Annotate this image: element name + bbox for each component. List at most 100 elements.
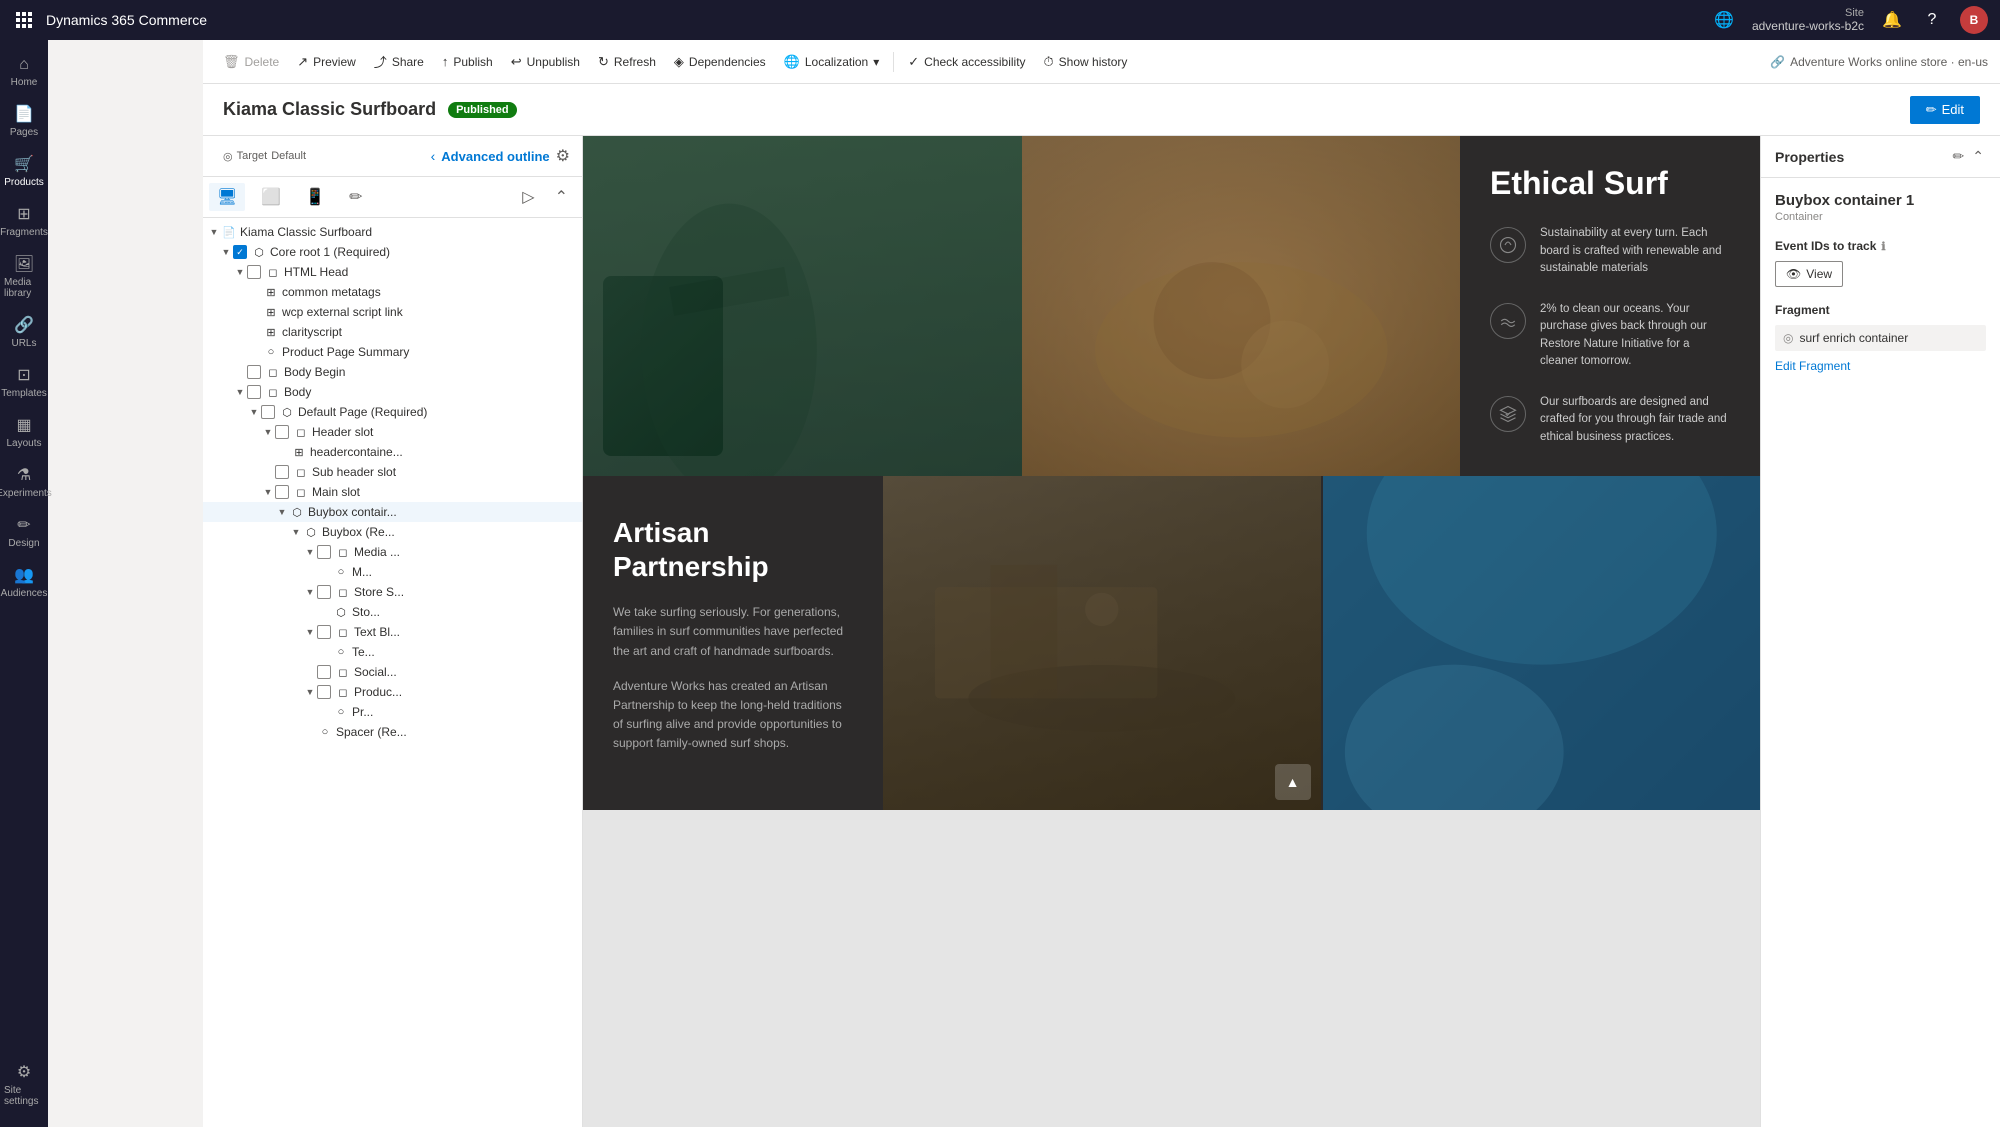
tree-checkbox[interactable] [317,625,331,639]
tree-checkbox[interactable] [317,685,331,699]
tree-checkbox[interactable] [317,585,331,599]
tree-item[interactable]: ▼ ◻ Produc... [203,682,582,702]
dependencies-button[interactable]: ◈ Dependencies [666,49,774,75]
refresh-button[interactable]: ↻ Refresh [590,49,664,75]
tree-item[interactable]: ◻ Social... [203,662,582,682]
tree-item-label: HTML Head [284,265,578,279]
nav-item-pages[interactable]: 📄 Pages [0,96,48,146]
nav-item-templates[interactable]: ⊡ Templates [0,357,48,407]
tree-item[interactable]: ▼ ◻ Media ... [203,542,582,562]
tree-item[interactable]: ▼ ✓ ⬡ Core root 1 (Required) [203,242,582,262]
scroll-top-button[interactable]: ▲ [1275,764,1311,800]
tree-checkbox[interactable] [247,385,261,399]
tree-item[interactable]: ○ Te... [203,642,582,662]
tree-item[interactable]: ▼ ◻ Body [203,382,582,402]
nav-item-media[interactable]: 🖼 Media library [0,246,48,307]
help-icon[interactable]: ? [1920,8,1944,32]
event-ids-section: Event IDs to track ℹ 👁 View [1775,239,1986,287]
nav-item-home[interactable]: ⌂ Home [0,48,48,96]
tree-item[interactable]: ◻ Sub header slot [203,462,582,482]
share-button[interactable]: ⤴ Share [366,47,432,76]
nav-label-experiments: Experiments [0,488,52,499]
tree-checkbox[interactable] [261,405,275,419]
tree-item[interactable]: ▼ ◻ HTML Head [203,262,582,282]
tree-checkbox[interactable] [275,485,289,499]
tree-item[interactable]: ○ Spacer (Re... [203,722,582,742]
mobile-view-button[interactable]: 📱 [297,183,333,211]
tree-item[interactable]: ⊞ common metatags [203,282,582,302]
tree-item[interactable]: ▼ ◻ Header slot [203,422,582,442]
nav-item-settings[interactable]: ⚙ Site settings [0,1054,48,1115]
expand-props-button[interactable]: ⌃ [1970,146,1986,167]
custom-view-button[interactable]: ✏ [341,183,370,211]
notification-icon[interactable]: 🔔 [1880,8,1904,32]
show-history-button[interactable]: ⏱ Show history [1036,49,1136,75]
tree-item[interactable]: ▼ ⬡ Buybox (Re... [203,522,582,542]
tree-item-label: Main slot [312,485,578,499]
tree-item[interactable]: ▼ ⬡ Default Page (Required) [203,402,582,422]
panel-expand[interactable]: ⌃ [547,183,576,211]
hero-section: Ethical Surf Sustainability at every tur… [583,136,1760,476]
tree-item[interactable]: ⊞ headercontaine... [203,442,582,462]
nav-item-fragments[interactable]: ⊞ Fragments [0,196,48,246]
nav-item-experiments[interactable]: ⚗ Experiments [0,457,48,507]
preview-button[interactable]: ↗ Preview [289,49,364,75]
module-icon: ◻ [265,366,281,379]
tree-item-buybox-container[interactable]: ▼ ⬡ Buybox contair... [203,502,582,522]
user-avatar[interactable]: B [1960,6,1988,34]
tree-item[interactable]: ○ Pr... [203,702,582,722]
tree-item-label: Buybox (Re... [322,525,578,539]
tree-item[interactable]: ◻ Body Begin [203,362,582,382]
properties-content: Buybox container 1 Container Event IDs t… [1761,178,2000,1127]
tablet-view-button[interactable]: ⬜ [253,183,289,211]
delete-button[interactable]: 🗑 Delete [215,49,287,75]
grid-menu-icon[interactable] [12,8,36,32]
tree-checkbox[interactable] [275,465,289,479]
tree-item[interactable]: ⬡ Sto... [203,602,582,622]
nav-item-products[interactable]: 🛒 Products [0,146,48,196]
view-events-button[interactable]: 👁 View [1775,261,1843,287]
store-link[interactable]: 🔗 Adventure Works online store · en-us [1770,55,1988,69]
tree-checkbox[interactable] [317,665,331,679]
tree-checkbox[interactable] [247,365,261,379]
tree-item[interactable]: ▼ ◻ Text Bl... [203,622,582,642]
tree-checkbox[interactable]: ✓ [233,245,247,259]
nav-item-design[interactable]: ✏ Design [0,507,48,557]
tree-checkbox[interactable] [275,425,289,439]
module-icon: ⊞ [263,306,279,319]
chevron-down-icon: ▼ [303,627,317,637]
publish-button[interactable]: ↑ Publish [434,49,501,74]
chevron-down-icon: ▼ [247,407,261,417]
tree-checkbox[interactable] [247,265,261,279]
tree-item[interactable]: ○ M... [203,562,582,582]
globe-icon[interactable]: 🌐 [1712,8,1736,32]
container-icon: ⬡ [333,606,349,619]
page-header: Kiama Classic Surfboard Published ✏ Edit [203,84,2000,136]
unpublish-button[interactable]: ↩ Unpublish [503,49,588,75]
desktop-view-button[interactable]: 🖥 [209,183,245,211]
tree-checkbox[interactable] [317,545,331,559]
design-icon: ✏ [17,515,30,535]
tree-item[interactable]: ○ Product Page Summary [203,342,582,362]
tree-item[interactable]: ▼ 📄 Kiama Classic Surfboard [203,222,582,242]
outline-panel: ◎ Target Default ‹ Advanced outline ⚙ 🖥 … [203,136,583,1127]
check-accessibility-button[interactable]: ✓ Check accessibility [900,49,1033,75]
nav-item-urls[interactable]: 🔗 URLs [0,307,48,357]
localization-button[interactable]: 🌐 Localization ▾ [776,49,888,75]
panel-collapse-right[interactable]: ▷ [514,183,542,211]
page-title: Kiama Classic Surfboard [223,99,436,120]
nav-item-audiences[interactable]: 👥 Audiences [0,557,48,607]
nav-item-layouts[interactable]: ▦ Layouts [0,407,48,457]
tree-item[interactable]: ⊞ clarityscript [203,322,582,342]
tree-item[interactable]: ▼ ◻ Main slot [203,482,582,502]
circle-icon: ○ [333,646,349,658]
circle-icon: ○ [333,706,349,718]
tree-item[interactable]: ⊞ wcp external script link [203,302,582,322]
edit-component-button[interactable]: ✏ [1951,146,1967,167]
outline-settings-icon[interactable]: ⚙ [556,146,570,166]
outline-back-button[interactable]: ‹ [431,148,436,164]
edit-fragment-link[interactable]: Edit Fragment [1775,359,1986,373]
edit-button[interactable]: ✏ Edit [1910,96,1980,124]
tree-item[interactable]: ▼ ◻ Store S... [203,582,582,602]
app-bar: Dynamics 365 Commerce 🌐 Site adventure-w… [0,0,2000,40]
